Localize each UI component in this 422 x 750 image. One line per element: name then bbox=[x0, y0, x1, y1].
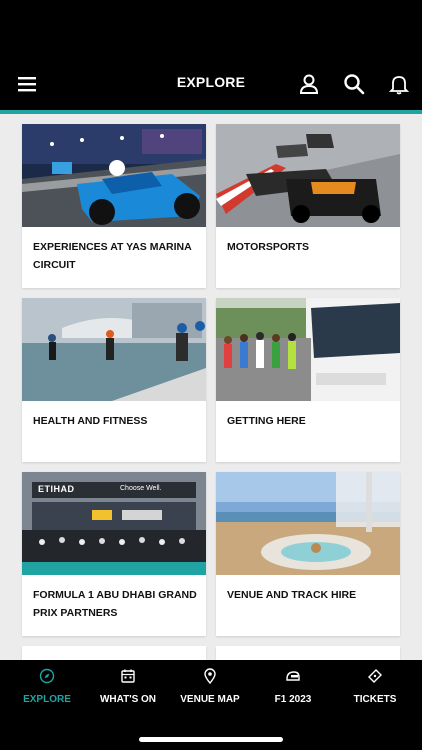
nav-label: EXPLORE bbox=[23, 694, 71, 705]
banner-subtext: Choose Well. bbox=[120, 485, 162, 492]
nav-explore[interactable]: EXPLORE bbox=[5, 668, 89, 712]
card-f1-partners[interactable]: ETIHAD Choose Well. FORMULA 1 ABU DHABI … bbox=[22, 472, 206, 636]
card-image bbox=[216, 298, 400, 401]
card-label: GETTING HERE bbox=[227, 415, 306, 427]
app-header: EXPLORE bbox=[0, 60, 422, 110]
bell-icon[interactable] bbox=[388, 73, 410, 95]
card-image bbox=[22, 646, 206, 660]
nav-label: TICKETS bbox=[353, 694, 397, 705]
nav-label: VENUE MAP bbox=[180, 694, 240, 705]
nav-whats-on[interactable]: WHAT'S ON bbox=[86, 668, 170, 712]
calendar-icon bbox=[120, 668, 136, 684]
nav-label: WHAT'S ON bbox=[99, 694, 157, 705]
nav-f1-2023[interactable]: F1 2023 bbox=[251, 668, 335, 712]
card-getting-here[interactable]: GETTING HERE bbox=[216, 298, 400, 462]
explore-grid[interactable]: EXPERIENCES AT YAS MARINA CIRCUIT MOTORS… bbox=[0, 114, 422, 660]
card-health-fitness[interactable]: HEALTH AND FITNESS bbox=[22, 298, 206, 462]
nav-tickets[interactable]: TICKETS bbox=[333, 668, 417, 712]
card-label: VENUE AND TRACK HIRE bbox=[227, 589, 357, 601]
card-image bbox=[22, 298, 206, 401]
card-label: HEALTH AND FITNESS bbox=[33, 415, 148, 427]
status-bar bbox=[0, 0, 422, 60]
map-pin-icon bbox=[202, 668, 218, 684]
user-icon[interactable] bbox=[298, 73, 320, 95]
card-partial-right[interactable] bbox=[216, 646, 400, 660]
card-label: EXPERIENCES AT YAS MARINA CIRCUIT bbox=[33, 241, 192, 271]
nav-venue-map[interactable]: VENUE MAP bbox=[168, 668, 252, 712]
card-venue-hire[interactable]: VENUE AND TRACK HIRE bbox=[216, 472, 400, 636]
banner-text: ETIHAD bbox=[38, 484, 75, 494]
search-icon[interactable] bbox=[343, 73, 365, 95]
compass-icon bbox=[39, 668, 55, 684]
card-label: FORMULA 1 ABU DHABI GRAND PRIX PARTNERS bbox=[33, 589, 197, 619]
card-label: MOTORSPORTS bbox=[227, 241, 310, 253]
home-indicator bbox=[139, 737, 283, 742]
card-image bbox=[216, 646, 400, 660]
card-partial-left[interactable] bbox=[22, 646, 206, 660]
nav-label: F1 2023 bbox=[274, 694, 312, 705]
ticket-icon bbox=[367, 668, 383, 684]
card-motorsports[interactable]: MOTORSPORTS bbox=[216, 124, 400, 288]
bottom-nav: EXPLORE WHAT'S ON VENUE MAP F1 2023 TICK… bbox=[0, 660, 422, 750]
card-image bbox=[216, 124, 400, 227]
helmet-icon bbox=[285, 668, 301, 684]
card-experiences[interactable]: EXPERIENCES AT YAS MARINA CIRCUIT bbox=[22, 124, 206, 288]
card-image bbox=[22, 124, 206, 227]
card-image bbox=[216, 472, 400, 575]
